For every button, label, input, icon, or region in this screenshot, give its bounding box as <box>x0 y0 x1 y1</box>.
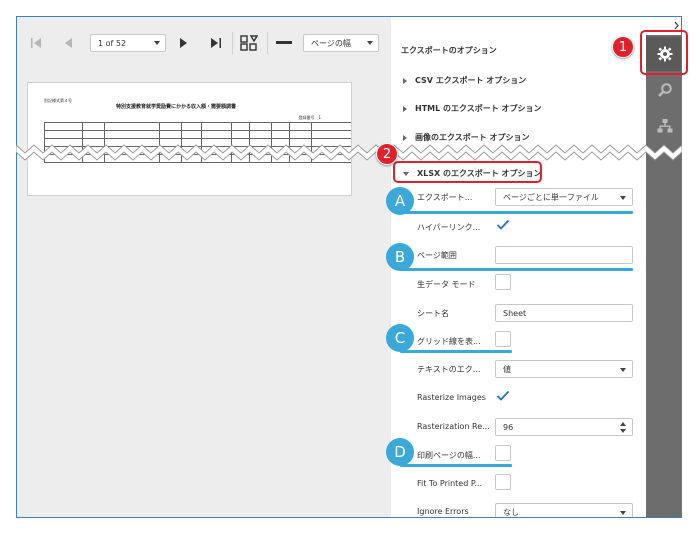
minus-icon <box>276 41 292 44</box>
text-export-value: 値 <box>503 364 511 374</box>
check-icon <box>496 219 510 230</box>
page-indicator: 1 of 52 <box>98 38 127 48</box>
panel-title: エクスポートのオプション <box>401 46 497 55</box>
ignore-errors-value: なし <box>503 507 519 517</box>
zoom-selector[interactable]: ページの幅 <box>303 34 379 52</box>
sheet-name-input[interactable]: Sheet <box>495 304 633 322</box>
callout-badge-b: B <box>386 243 414 271</box>
hyperlink-label: ハイパーリンク... <box>417 223 481 232</box>
search-button[interactable] <box>646 73 681 107</box>
fit-printed-label: Fit To Printed P... <box>417 479 483 488</box>
callout-underline-c <box>400 350 512 353</box>
first-page-button[interactable] <box>27 32 45 54</box>
callout-underline-b <box>400 268 633 271</box>
multipage-icon <box>240 35 258 51</box>
callout-box-xlsx-section <box>393 161 542 183</box>
last-page-icon <box>211 38 221 48</box>
print-page-label: 印刷ページの幅... <box>417 451 481 460</box>
resolution-label: Rasterization Re... <box>417 422 490 431</box>
chevron-down-icon <box>620 196 626 200</box>
text-export-select[interactable]: 値 <box>495 360 633 378</box>
callout-box-options-button <box>640 30 688 75</box>
export-mode-select[interactable]: ページごとに単一ファイル <box>495 188 633 206</box>
document-map-button[interactable] <box>646 109 681 143</box>
chevron-down-icon <box>367 41 373 45</box>
rasterize-label: Rasterize Images <box>417 393 486 402</box>
resolution-spinner[interactable]: 96 <box>495 418 633 436</box>
rasterize-checkbox[interactable] <box>495 388 511 404</box>
callout-number-1: 1 <box>612 36 634 58</box>
toolbar: 1 of 52 ページの幅 <box>17 17 391 67</box>
chevron-down-icon <box>620 368 626 372</box>
raw-data-checkbox[interactable] <box>495 274 511 290</box>
export-mode-value: ページごとに単一ファイル <box>503 192 599 202</box>
callout-badge-d: D <box>386 438 414 466</box>
page-range-input[interactable] <box>495 246 633 264</box>
previous-page-button[interactable] <box>59 32 77 54</box>
chevron-right-icon <box>403 105 407 112</box>
ignore-errors-select[interactable]: なし <box>495 503 633 517</box>
grid-lines-checkbox[interactable] <box>495 331 511 347</box>
section-html-label: HTML のエクスポート オプション <box>415 104 542 113</box>
section-csv-label: CSV エクスポート オプション <box>415 76 527 85</box>
toolbar-divider <box>267 32 268 54</box>
next-page-button[interactable] <box>175 32 193 54</box>
registration-number: 登録番号 1 <box>298 115 321 120</box>
callout-underline-a <box>400 211 633 214</box>
text-export-label: テキストのエク... <box>417 365 481 374</box>
torn-edge <box>16 144 682 161</box>
ignore-errors-label: Ignore Errors <box>417 507 469 516</box>
preview-area: 1 of 52 ページの幅 別記様式第４号 特別支援教育就学奨励費にかかる収入額… <box>17 17 391 517</box>
section-html[interactable]: HTML のエクスポート オプション <box>403 103 542 114</box>
zoom-out-button[interactable] <box>274 32 294 54</box>
callout-underline-d <box>400 464 512 467</box>
next-page-icon <box>180 38 187 48</box>
callout-badge-c: C <box>386 324 414 352</box>
resolution-value: 96 <box>503 422 514 432</box>
search-icon <box>657 83 672 97</box>
sheet-name-value: Sheet <box>503 308 527 318</box>
sitemap-icon <box>657 119 672 133</box>
grid-lines-label: グリッド線を表... <box>417 337 481 346</box>
export-mode-label: エクスポート... <box>417 193 473 202</box>
chevron-down-icon <box>620 511 626 515</box>
raw-data-label: 生データ モード <box>417 280 476 289</box>
page-selector[interactable]: 1 of 52 <box>90 34 166 52</box>
section-csv[interactable]: CSV エクスポート オプション <box>403 75 526 86</box>
report-viewer: 1 of 52 ページの幅 別記様式第４号 特別支援教育就学奨励費にかかる収入額… <box>16 16 682 518</box>
multipage-toggle-button[interactable] <box>239 32 259 54</box>
check-icon <box>496 390 510 401</box>
fit-printed-checkbox[interactable] <box>495 474 511 490</box>
toolbar-divider <box>232 32 233 54</box>
page-range-label: ページ範囲 <box>417 251 457 260</box>
first-page-icon <box>31 38 41 48</box>
print-page-checkbox[interactable] <box>495 445 511 461</box>
hyperlink-checkbox[interactable] <box>495 217 511 233</box>
document-code: 別記様式第４号 <box>44 98 72 103</box>
zoom-value: ページの幅 <box>311 38 351 48</box>
chevron-right-icon <box>403 77 407 84</box>
last-page-button[interactable] <box>207 32 225 54</box>
callout-number-2: 2 <box>376 143 398 165</box>
chevron-right-icon <box>403 134 407 141</box>
document-title: 特別支援教育就学奨励費にかかる収入額・需要額調書 <box>116 104 237 110</box>
sidebar <box>646 17 681 517</box>
spin-down-icon[interactable] <box>620 429 626 433</box>
previous-page-icon <box>65 38 72 48</box>
chevron-down-icon <box>154 41 160 45</box>
sheet-name-label: シート名 <box>417 309 449 318</box>
document-page: 別記様式第４号 特別支援教育就学奨励費にかかる収入額・需要額調書 登録番号 1 <box>27 82 352 196</box>
spin-up-icon[interactable] <box>620 422 626 426</box>
